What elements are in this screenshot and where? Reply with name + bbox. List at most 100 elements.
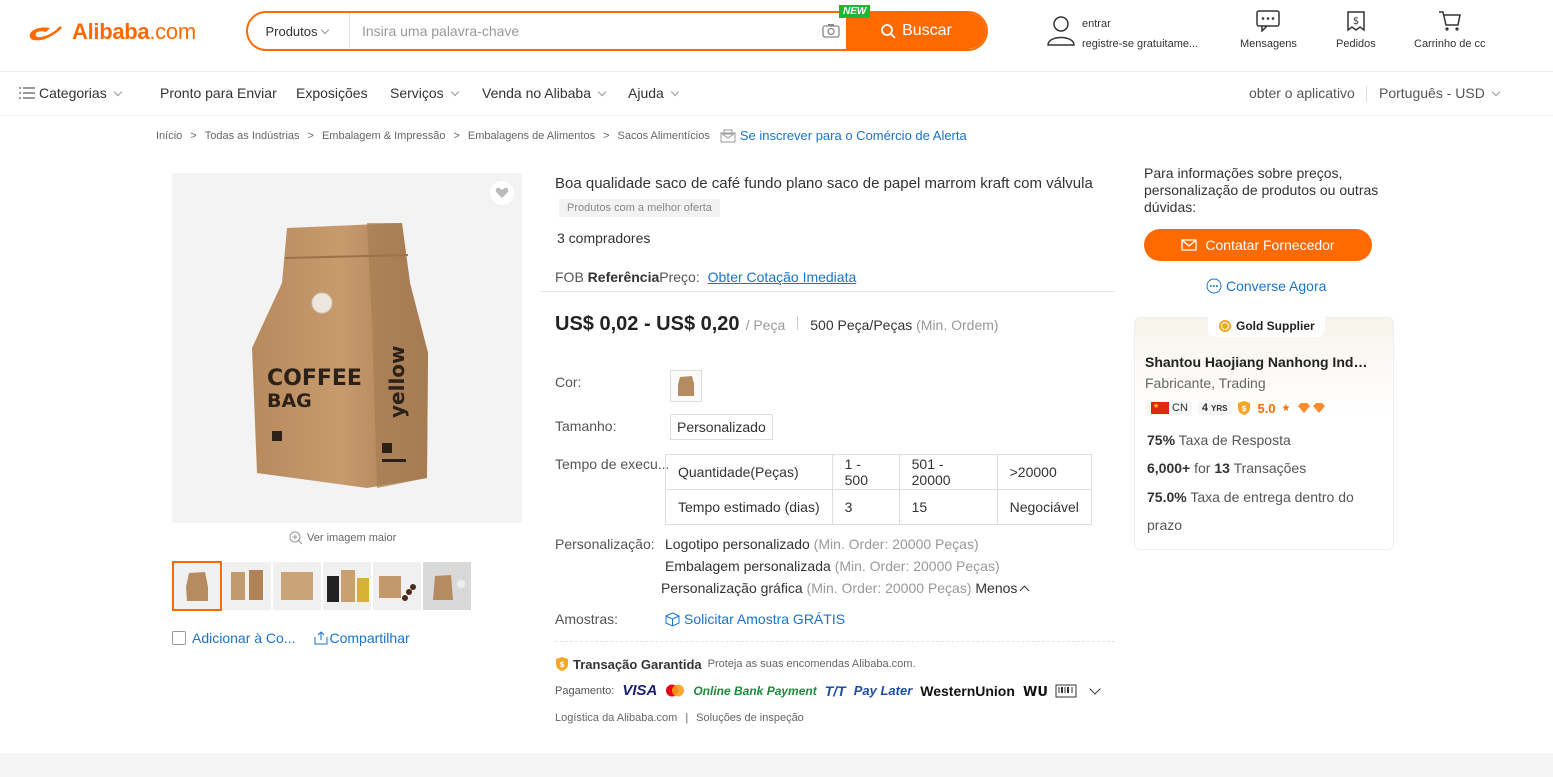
- thumbnail[interactable]: [272, 561, 322, 611]
- china-flag-icon: [1151, 402, 1169, 414]
- thumbnail[interactable]: [372, 561, 422, 611]
- thumbnail[interactable]: [222, 561, 272, 611]
- search-category-select[interactable]: Produtos: [248, 13, 350, 49]
- table-cell: 3: [831, 489, 900, 525]
- breadcrumb-link[interactable]: Todas as Indústrias: [205, 130, 300, 142]
- mastercard-icon: [666, 684, 685, 697]
- visa-logo: VISA: [622, 682, 658, 699]
- svg-text:$: $: [1353, 16, 1359, 27]
- zoom-icon: [289, 531, 303, 545]
- search-button[interactable]: Buscar: [846, 13, 986, 49]
- chevron-down-icon: [597, 87, 607, 96]
- nav-ready-to-ship[interactable]: Pronto para Enviar: [160, 85, 277, 101]
- table-cell: 1 - 500: [831, 454, 900, 490]
- messages-button[interactable]: Mensagens: [1240, 10, 1297, 50]
- nav-label: Exposições: [296, 85, 368, 101]
- chevron-down-icon: [450, 87, 459, 96]
- best-offer-badge: Produtos com a melhor oferta: [559, 199, 720, 217]
- chevron-down-icon: [113, 87, 122, 96]
- nav-categories[interactable]: Categorias: [19, 85, 125, 101]
- logistics-link[interactable]: Logística da Alibaba.com: [555, 712, 677, 724]
- compare-checkbox[interactable]: [172, 631, 186, 645]
- thumbnail[interactable]: [172, 561, 222, 611]
- breadcrumb-link[interactable]: Embalagens de Alimentos: [468, 130, 595, 142]
- get-quote-link[interactable]: Obter Cotação Imediata: [708, 269, 857, 285]
- thumbnail[interactable]: [322, 561, 372, 611]
- on-time-delivery: 75.0% Taxa de entrega dentro do prazo: [1147, 483, 1372, 539]
- svg-text:$: $: [559, 660, 565, 669]
- share-button[interactable]: Compartilhar: [314, 630, 410, 646]
- view-larger-link[interactable]: Ver imagem maior: [289, 531, 396, 545]
- favorite-button[interactable]: [490, 181, 514, 205]
- chevron-down-icon: [670, 87, 680, 96]
- country-badge: CN: [1147, 401, 1192, 415]
- product-main-image[interactable]: COFFEE BAG yellow: [172, 173, 522, 523]
- nav-divider: [1366, 86, 1367, 102]
- logo-text: Alibaba: [72, 19, 150, 44]
- cart-button[interactable]: Carrinho de cc: [1414, 10, 1486, 50]
- nav-categories-label: Categorias: [39, 85, 107, 101]
- messages-icon: [1256, 10, 1281, 32]
- transaction-amount: 6,000+: [1147, 460, 1191, 476]
- nav-sell[interactable]: Venda no Alibaba: [482, 85, 609, 101]
- less-label: Menos: [975, 580, 1018, 596]
- table-cell: 15: [898, 489, 998, 525]
- table-cell: Tempo estimado (dias): [665, 489, 833, 525]
- table-row: Tempo estimado (dias) 3 15 Negociável: [665, 489, 1092, 525]
- share-icon: [314, 631, 327, 645]
- mail-icon: [720, 129, 736, 142]
- trade-alert-link[interactable]: Se inscrever para o Comércio de Alerta: [720, 128, 967, 143]
- search-category-label: Produtos: [265, 23, 318, 39]
- mail-icon: [1181, 239, 1198, 251]
- size-label: Tamanho:: [555, 418, 617, 434]
- user-icon: [1047, 16, 1075, 46]
- nav-exhibitions[interactable]: Exposições: [296, 85, 368, 101]
- box-icon: [665, 611, 680, 627]
- user-account[interactable]: entrar registre-se gratuitame...: [1046, 14, 1198, 54]
- supplier-name[interactable]: Shantou Haojiang Nanhong Industrial Co.,…: [1145, 354, 1370, 370]
- contact-supplier-button[interactable]: Contatar Fornecedor: [1144, 229, 1372, 261]
- price-range: US$ 0,02 - US$ 0,20: [555, 313, 740, 335]
- chat-now-link[interactable]: Converse Agora: [1206, 278, 1326, 294]
- inspection-link[interactable]: Soluções de inspeção: [696, 712, 804, 724]
- color-option[interactable]: [670, 370, 702, 402]
- breadcrumb-link[interactable]: Embalagem & Impressão: [322, 130, 446, 142]
- supplier-badges: CN 4YRS $ 5.0 ★: [1147, 400, 1327, 416]
- custom-name: Logotipo personalizado: [665, 536, 810, 552]
- chevron-up-icon: [1019, 585, 1030, 596]
- breadcrumb-link[interactable]: Sacos Alimentícios: [618, 130, 710, 142]
- breadcrumb-separator: >: [453, 129, 460, 142]
- chevron-down-icon[interactable]: [1089, 682, 1101, 695]
- breadcrumb-separator: >: [603, 129, 610, 142]
- orders-button[interactable]: $ Pedidos: [1336, 10, 1376, 50]
- request-sample-link[interactable]: Solicitar Amostra GRÁTIS: [665, 611, 845, 627]
- buyers-count: 3 compradores: [557, 230, 651, 246]
- nav-help[interactable]: Ajuda: [628, 85, 682, 101]
- alibaba-logo[interactable]: Alibaba .com: [26, 19, 196, 45]
- search-bar: Produtos Buscar: [246, 11, 988, 51]
- nav-label: Serviços: [390, 85, 444, 101]
- table-cell: Quantidade(Peças): [665, 454, 833, 490]
- supplier-info-text: Para informações sobre preços, personali…: [1144, 165, 1379, 215]
- nav-services[interactable]: Serviços: [390, 85, 462, 101]
- less-toggle[interactable]: Menos: [975, 580, 1030, 596]
- product-title-block: Boa qualidade saco de café fundo plano s…: [555, 172, 1095, 220]
- breadcrumb-link[interactable]: Início: [156, 130, 182, 142]
- fob-reference: Referência: [587, 269, 660, 285]
- gallery-actions: Adicionar à Co... Compartilhar: [172, 630, 410, 646]
- years-value: 4: [1201, 402, 1209, 414]
- add-compare-button[interactable]: Adicionar à Co...: [172, 630, 296, 646]
- gold-medal-icon: [1219, 320, 1231, 332]
- register-link[interactable]: registre-se gratuitame...: [1082, 34, 1198, 54]
- customization-item: Embalagem personalizada (Min. Order: 200…: [665, 558, 1000, 574]
- signin-link[interactable]: entrar: [1082, 14, 1198, 34]
- payment-methods: Pagamento: VISA Online Bank Payment T/T …: [555, 682, 1101, 699]
- pay-later-logo: Pay Later: [853, 683, 913, 698]
- nav-get-app[interactable]: obter o aplicativo: [1249, 85, 1355, 101]
- chevron-down-icon: [320, 25, 329, 34]
- size-option[interactable]: Personalizado: [670, 414, 773, 440]
- thumbnail[interactable]: [422, 561, 472, 611]
- camera-icon[interactable]: [822, 23, 840, 43]
- table-cell: Negociável: [996, 489, 1092, 525]
- nav-language[interactable]: Português - USD: [1379, 85, 1503, 101]
